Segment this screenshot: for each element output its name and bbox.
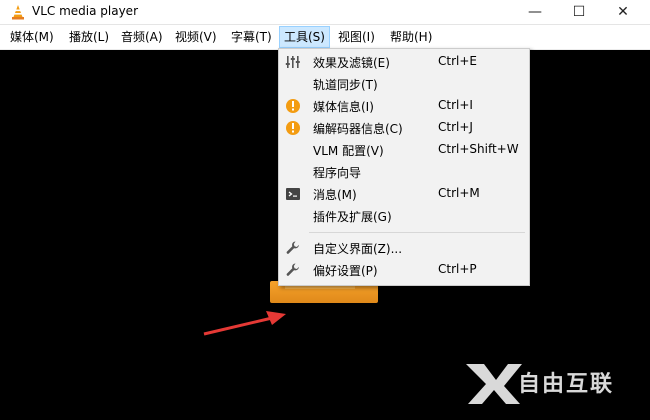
menu-playback[interactable]: 播放(L) [65,27,113,47]
info-icon [286,121,300,135]
menu-item-customize-interface[interactable]: 自定义界面(Z)... [279,237,529,259]
vlc-cone-icon [12,5,24,20]
minimize-icon: — [528,4,542,20]
wrench-icon [286,263,299,276]
window-title: VLC media player [32,4,139,18]
menu-item-shortcut: Ctrl+E [438,54,477,68]
menu-item-preferences[interactable]: 偏好设置(P) Ctrl+P [279,259,529,281]
menu-item-label: 轨道同步(T) [313,78,378,92]
menu-subtitle[interactable]: 字幕(T) [227,27,276,47]
terminal-icon [286,188,300,200]
annotation-arrow-icon [203,311,286,336]
close-button[interactable]: ✕ [600,0,646,24]
menu-item-shortcut: Ctrl+I [438,98,473,112]
watermark-text: 自由互联 [518,372,615,397]
menu-item-label: 消息(M) [313,188,357,202]
close-icon: ✕ [617,4,629,20]
menu-item-label: 程序向导 [313,166,362,180]
menu-item-shortcut: Ctrl+M [438,186,480,200]
menu-help[interactable]: 帮助(H) [386,27,436,47]
menu-item-label: 编解码器信息(C) [313,122,403,136]
menu-item-label: 媒体信息(I) [313,100,374,114]
menu-media[interactable]: 媒体(M) [6,27,58,47]
menu-item-media-info[interactable]: 媒体信息(I) Ctrl+I [279,95,529,117]
menu-separator [309,232,525,233]
menu-item-effects-filters[interactable]: 效果及滤镜(E) Ctrl+E [279,51,529,73]
menu-item-label: 自定义界面(Z)... [313,242,403,256]
menu-item-vlm-config[interactable]: VLM 配置(V) Ctrl+Shift+W [279,139,529,161]
info-icon [286,99,300,113]
menu-item-label: 插件及扩展(G) [313,210,392,224]
title-bar[interactable]: VLC media player — ☐ ✕ [0,0,650,25]
menu-item-label: VLM 配置(V) [313,144,384,158]
tools-dropdown-menu: 效果及滤镜(E) Ctrl+E 轨道同步(T) 媒体信息(I) Ctrl+I 编… [278,48,530,286]
menu-video[interactable]: 视频(V) [171,27,221,47]
maximize-button[interactable]: ☐ [556,0,602,24]
menu-item-wizard[interactable]: 程序向导 [279,161,529,183]
menu-audio[interactable]: 音频(A) [117,27,167,47]
menu-item-label: 偏好设置(P) [313,264,378,278]
wrench-icon [286,241,299,254]
menu-tools[interactable]: 工具(S) [279,26,330,48]
vlc-window: VLC media player — ☐ ✕ 媒体(M) 播放(L) 音频(A)… [0,0,650,420]
menu-item-plugins[interactable]: 插件及扩展(G) [279,205,529,227]
menu-item-track-sync[interactable]: 轨道同步(T) [279,73,529,95]
equalizer-icon [285,56,300,68]
menu-item-shortcut: Ctrl+J [438,120,473,134]
menu-item-codec-info[interactable]: 编解码器信息(C) Ctrl+J [279,117,529,139]
menu-item-shortcut: Ctrl+Shift+W [438,142,519,156]
menu-bar: 媒体(M) 播放(L) 音频(A) 视频(V) 字幕(T) 工具(S) 视图(I… [0,25,650,50]
menu-item-label: 效果及滤镜(E) [313,56,390,70]
menu-view[interactable]: 视图(I) [334,27,379,47]
menu-item-messages[interactable]: 消息(M) Ctrl+M [279,183,529,205]
minimize-button[interactable]: — [512,0,558,24]
maximize-icon: ☐ [572,4,586,20]
menu-item-shortcut: Ctrl+P [438,262,477,276]
